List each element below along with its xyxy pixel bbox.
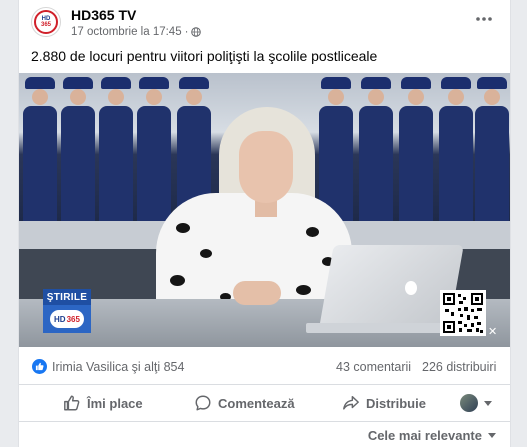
- police-officer-figure: [399, 77, 433, 230]
- news-anchor-hands: [233, 281, 281, 305]
- post-caption: 2.880 de locuri pentru viitori poliţişti…: [31, 48, 378, 64]
- reactors-link[interactable]: Irimia Vasilica şi alţi 854: [52, 360, 184, 374]
- comment-button[interactable]: Comentează: [194, 391, 295, 415]
- user-avatar: [460, 394, 478, 412]
- police-officer-figure: [99, 77, 133, 230]
- chevron-down-icon: [488, 433, 496, 438]
- police-officer-figure: [439, 77, 473, 230]
- engagement-stats: Irimia Vasilica şi alţi 854 43 comentari…: [19, 348, 510, 385]
- laptop-base: [306, 323, 456, 333]
- police-officer-figure: [137, 77, 171, 230]
- comment-button-label: Comentează: [218, 395, 295, 411]
- avatar-num-text: 365: [40, 22, 51, 28]
- meta-separator: ·: [184, 26, 189, 38]
- close-icon[interactable]: ✕: [488, 325, 497, 338]
- shares-count-link[interactable]: 226 distribuiri: [422, 360, 496, 374]
- sort-label: Cele mai relevante: [367, 428, 482, 443]
- comments-count-link[interactable]: 43 comentarii: [336, 360, 411, 374]
- share-icon: [343, 395, 359, 410]
- reaction-profile-selector[interactable]: [460, 391, 492, 415]
- brand-pill: HD 365: [50, 310, 84, 328]
- brand-hd-text: HD: [54, 314, 66, 324]
- post-meta: 17 octombrie la 17:45 ·: [71, 26, 202, 38]
- post-card: HD 365 HD365 TV 17 octombrie la 17:45 · …: [18, 0, 511, 447]
- like-button-label: Îmi place: [87, 395, 143, 411]
- police-officer-figure: [61, 77, 95, 230]
- like-icon: [64, 395, 80, 411]
- police-officer-figure: [23, 77, 57, 230]
- brand-num-text: 365: [66, 314, 80, 324]
- page-avatar[interactable]: HD 365: [31, 7, 61, 37]
- like-reaction-icon[interactable]: [32, 359, 47, 374]
- qr-code: [440, 290, 486, 336]
- police-officer-figure: [359, 77, 393, 230]
- like-button[interactable]: Îmi place: [63, 391, 143, 415]
- stirile-hd365-logo: ŞTIRILE HD 365: [43, 289, 91, 333]
- laptop-logo-icon: [405, 281, 417, 295]
- brand-label: ŞTIRILE: [43, 289, 91, 305]
- post-date[interactable]: 17 octombrie la 17:45: [71, 26, 182, 38]
- police-officer-figure: [475, 77, 509, 230]
- brand-logo: HD 365: [43, 305, 91, 333]
- share-button-label: Distribuie: [366, 395, 426, 411]
- action-bar: Îmi place Comentează Distribuie: [19, 385, 510, 422]
- comment-sort-dropdown[interactable]: Cele mai relevante: [368, 428, 496, 443]
- more-icon[interactable]: [474, 14, 494, 24]
- qr-code-graphic: [443, 293, 483, 333]
- news-anchor-face: [239, 131, 293, 203]
- comment-icon: [195, 395, 211, 411]
- hd365-logo: HD 365: [34, 10, 58, 34]
- share-button[interactable]: Distribuie: [342, 391, 426, 415]
- video-player[interactable]: ŞTIRILE HD 365 ✕: [19, 73, 510, 347]
- page-name-link[interactable]: HD365 TV: [71, 7, 136, 23]
- thumbs-up-glyph: [35, 362, 44, 371]
- chevron-down-icon: [484, 400, 492, 406]
- post-header: HD 365 HD365 TV 17 octombrie la 17:45 ·: [19, 0, 510, 44]
- globe-icon: [191, 27, 202, 37]
